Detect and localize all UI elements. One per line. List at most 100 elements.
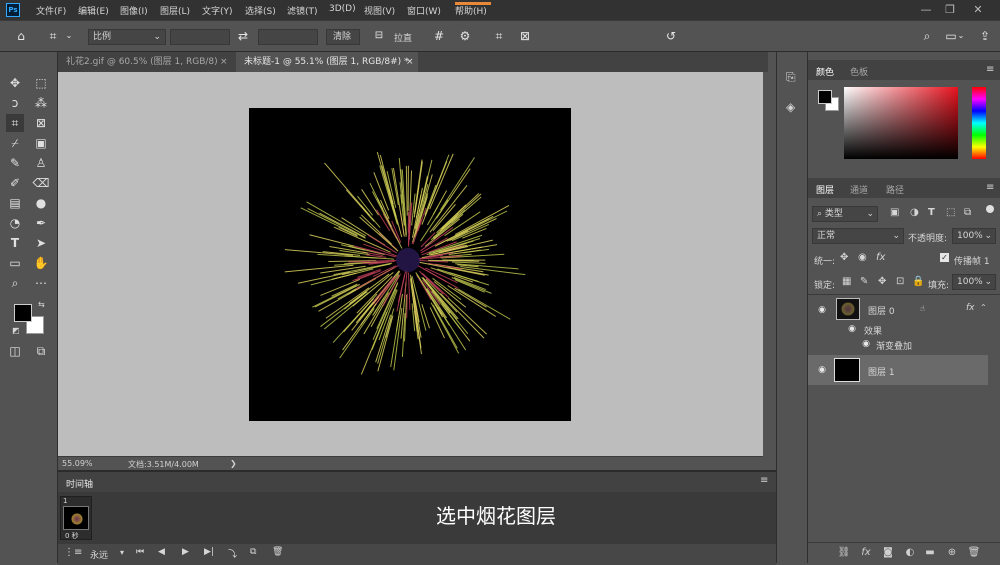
tab-channels[interactable]: 通道: [850, 183, 868, 196]
history-brush-tool-icon[interactable]: ✐: [6, 174, 24, 192]
propagate-label[interactable]: 传播帧 1: [954, 254, 990, 267]
adjustment-icon[interactable]: ◐: [902, 547, 918, 558]
mask-icon[interactable]: ◙: [880, 547, 896, 558]
history-icon[interactable]: ⎘: [786, 70, 796, 85]
panel-menu-icon[interactable]: ≡: [986, 182, 994, 193]
tab-paths[interactable]: 路径: [886, 183, 904, 196]
filter-smart-icon[interactable]: ⧉: [964, 207, 971, 218]
layer-name[interactable]: 图层 1: [868, 365, 895, 378]
crop-tool-icon[interactable]: ⌗: [6, 114, 24, 132]
reset-icon[interactable]: ↺: [662, 27, 680, 45]
properties-icon[interactable]: ◈: [786, 100, 795, 114]
layer-row-1[interactable]: ◉ 图层 1: [808, 355, 988, 385]
tab-layers[interactable]: 图层: [816, 183, 834, 196]
layer-row-0[interactable]: ◉ 图层 0 ☝ fx ⌃: [808, 296, 988, 322]
play-icon[interactable]: ▶: [182, 547, 189, 557]
minimize-icon[interactable]: —: [918, 2, 934, 18]
eye-icon[interactable]: ◉: [846, 324, 858, 334]
hue-slider[interactable]: [972, 87, 986, 159]
lock-position-icon[interactable]: ✥: [878, 276, 886, 287]
layer-name[interactable]: 图层 0: [868, 304, 895, 317]
home-icon[interactable]: ⌂: [12, 27, 30, 45]
new-layer-icon[interactable]: ⊕: [944, 547, 960, 558]
search-icon[interactable]: ⌕: [918, 27, 936, 45]
filter-shape-icon[interactable]: ⬚: [946, 207, 955, 218]
default-colors-icon[interactable]: ◩: [12, 326, 20, 335]
frame-1[interactable]: 1 0 秒: [60, 496, 92, 540]
restore-icon[interactable]: ❐: [942, 2, 958, 18]
loop-select[interactable]: 永远: [90, 548, 108, 561]
gradient-overlay-row[interactable]: ◉ 渐变叠加: [808, 337, 988, 351]
menu-file[interactable]: 文件(F): [36, 4, 66, 17]
filter-pixel-icon[interactable]: ▣: [890, 207, 899, 218]
grid-overlay-icon[interactable]: #: [430, 27, 448, 45]
eye-icon[interactable]: ◉: [816, 365, 828, 375]
patch-tool-icon[interactable]: ▣: [32, 134, 50, 152]
frame-tool-icon[interactable]: ⊠: [32, 114, 50, 132]
chevron-down-icon[interactable]: ▾: [120, 548, 124, 557]
quick-mask-icon[interactable]: ◫: [6, 342, 24, 360]
zoom-tool-icon[interactable]: ⌕: [6, 274, 24, 292]
document-canvas[interactable]: [249, 108, 571, 421]
tab-untitled[interactable]: 未标题-1 @ 55.1% (图层 1, RGB/8#) * ×: [236, 52, 418, 72]
menu-filter[interactable]: 滤镜(T): [287, 4, 318, 17]
straighten-label[interactable]: 拉直: [394, 31, 412, 44]
zoom-level[interactable]: 55.09%: [62, 459, 93, 468]
delete-cropped-icon[interactable]: ⌗: [490, 27, 508, 45]
filter-type-icon[interactable]: T: [928, 207, 935, 218]
crop-tool-icon[interactable]: ⌗: [44, 27, 62, 45]
folder-icon[interactable]: ▬: [922, 547, 938, 558]
propagate-checkbox[interactable]: ✓: [940, 253, 949, 262]
pen-tool-icon[interactable]: ✒: [32, 214, 50, 232]
move-tool-icon[interactable]: ✥: [6, 74, 24, 92]
tab-lihua2[interactable]: 礼花2.gif @ 60.5% (图层 1, RGB/8) ×: [58, 52, 236, 72]
fx-icon[interactable]: fx: [858, 547, 874, 558]
convert-timeline-icon[interactable]: ⋮≡: [64, 547, 82, 558]
trash-icon[interactable]: 🗑: [272, 547, 283, 557]
menu-help[interactable]: 帮助(H): [455, 4, 487, 17]
foreground-color-swatch[interactable]: [818, 90, 832, 104]
tab-color[interactable]: 颜色: [816, 65, 834, 78]
foreground-color-swatch-top[interactable]: [14, 304, 32, 322]
prev-frame-icon[interactable]: ◀: [158, 547, 165, 557]
filter-toggle[interactable]: [986, 205, 994, 213]
fx-indicator[interactable]: fx: [966, 303, 975, 313]
swap-icon[interactable]: ⇄: [234, 27, 252, 45]
menu-type[interactable]: 文字(Y): [202, 4, 233, 17]
eye-icon[interactable]: ◉: [860, 339, 872, 349]
filter-adjust-icon[interactable]: ◑: [910, 207, 919, 218]
status-menu-arrow[interactable]: ❯: [230, 459, 237, 468]
dodge-tool-icon[interactable]: ◔: [6, 214, 24, 232]
link-icon[interactable]: ⛓: [836, 547, 852, 558]
marquee-tool-icon[interactable]: ⬚: [32, 74, 50, 92]
stamp-tool-icon[interactable]: ♙: [32, 154, 50, 172]
opacity-input[interactable]: 100% ⌄: [952, 228, 996, 244]
ratio-select[interactable]: 比例⌄: [88, 29, 166, 45]
close-icon[interactable]: ×: [406, 52, 414, 72]
layer-filter-select[interactable]: ⌕ 类型 ⌄: [812, 206, 878, 222]
straighten-icon[interactable]: ⊟: [370, 27, 388, 45]
rectangle-tool-icon[interactable]: ▭: [6, 254, 24, 272]
menu-image[interactable]: 图像(I): [120, 4, 148, 17]
first-frame-icon[interactable]: ⏮: [136, 547, 144, 557]
hand-tool-icon[interactable]: ✋: [32, 254, 50, 272]
color-picker-field[interactable]: [844, 87, 958, 159]
eye-icon[interactable]: ◉: [816, 305, 828, 315]
frame-delay[interactable]: 0 秒: [65, 531, 79, 541]
menu-3d[interactable]: 3D(D): [329, 4, 356, 14]
type-tool-icon[interactable]: T: [6, 234, 24, 252]
width-input[interactable]: [170, 29, 230, 45]
trash-icon[interactable]: 🗑: [966, 547, 982, 558]
panel-menu-icon[interactable]: ≡: [986, 64, 994, 75]
tab-swatches[interactable]: 色板: [850, 65, 868, 78]
close-icon[interactable]: ✕: [970, 2, 986, 18]
clear-button[interactable]: 清除: [326, 29, 360, 45]
more-tools-icon[interactable]: ⋯: [32, 274, 50, 292]
eraser-tool-icon[interactable]: ⌫: [32, 174, 50, 192]
chevron-down-icon[interactable]: ⌄: [956, 27, 966, 45]
close-icon[interactable]: ×: [220, 52, 228, 72]
unify-style-icon[interactable]: fx: [876, 252, 885, 263]
eyedropper-tool-icon[interactable]: ⌿: [6, 134, 24, 152]
effects-row[interactable]: ◉ 效果: [808, 322, 988, 336]
menu-view[interactable]: 视图(V): [364, 4, 395, 17]
